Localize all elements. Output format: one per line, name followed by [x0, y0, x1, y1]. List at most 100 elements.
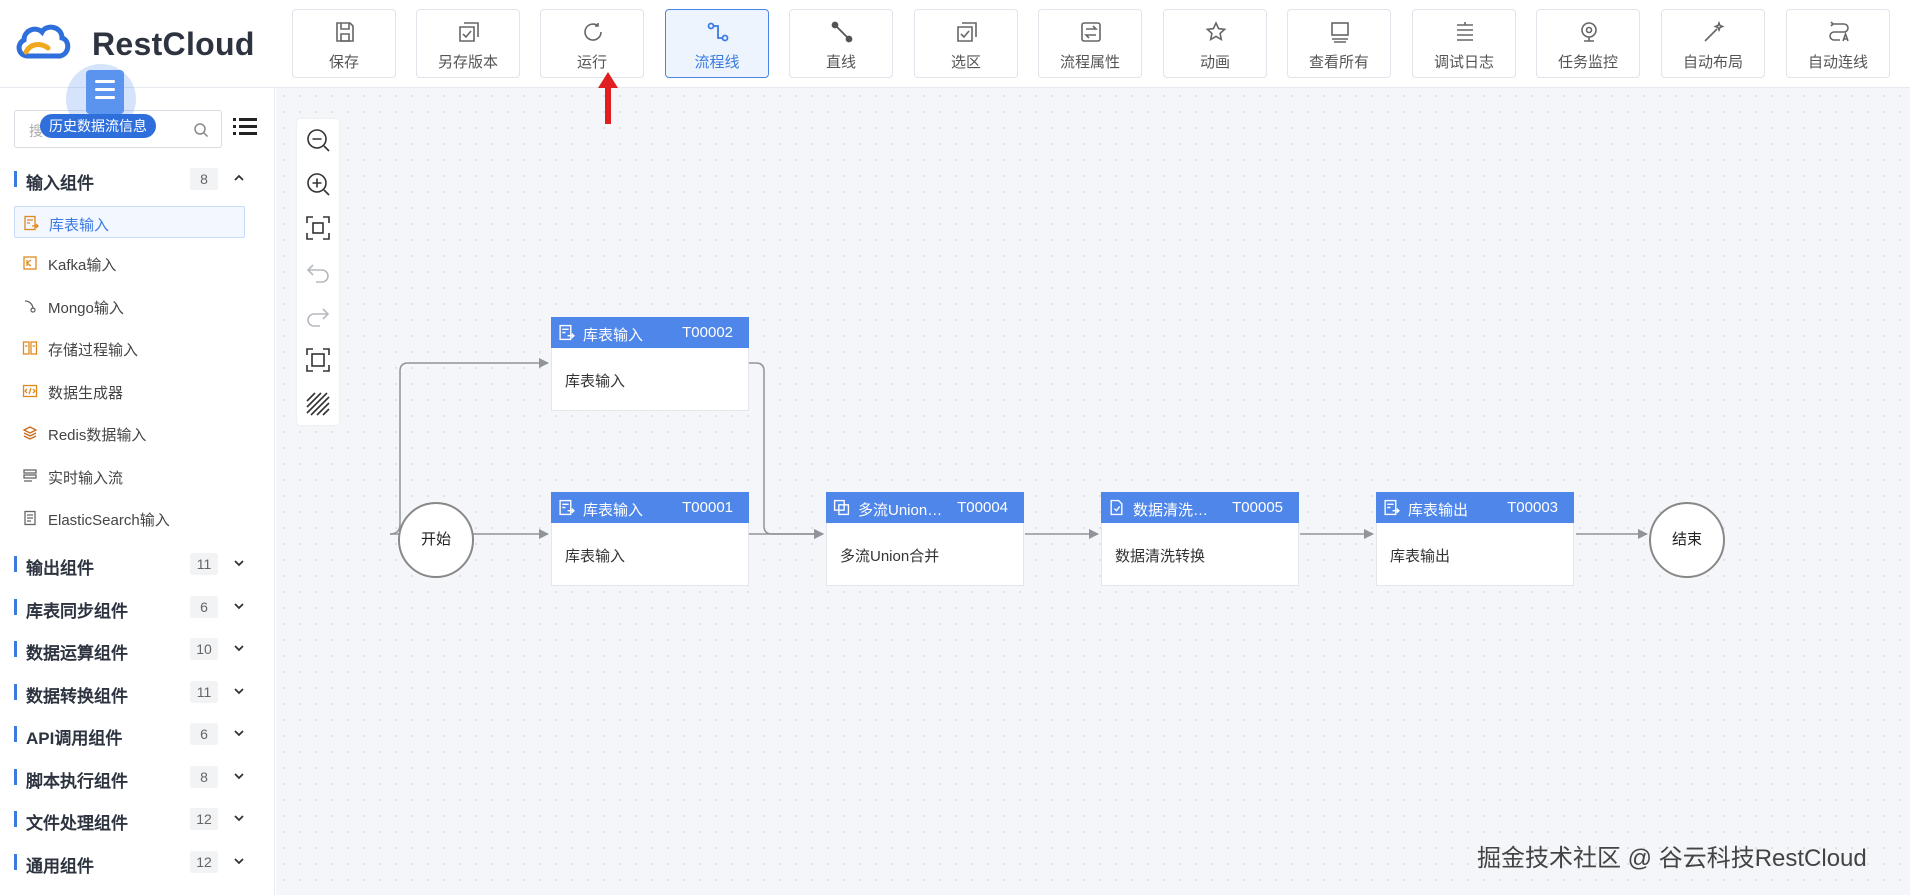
group-table-sync-components[interactable]: 库表同步组件 6	[0, 589, 275, 625]
flow-props-button[interactable]: 流程属性	[1038, 9, 1142, 78]
watermark-text: 掘金技术社区 @ 谷云科技RestCloud	[1477, 845, 1867, 872]
debug-log-button[interactable]: 调试日志	[1412, 9, 1516, 78]
select-area-label: 选区	[950, 54, 981, 71]
node-header: 库表输入 T00002	[551, 317, 749, 348]
chevron-down-icon[interactable]	[232, 811, 246, 825]
table-input-icon	[24, 215, 39, 231]
group-accent-bar	[14, 171, 17, 187]
start-node[interactable]: 开始	[398, 502, 474, 578]
chevron-up-icon[interactable]	[232, 171, 246, 185]
save-version-icon	[459, 22, 479, 42]
component-label: 数据生成器	[48, 385, 124, 402]
group-count: 12	[190, 808, 218, 830]
component-item-kafka-input[interactable]: Kafka输入	[14, 247, 245, 279]
group-name: API调用组件	[26, 729, 123, 748]
flow-props-label: 流程属性	[1059, 54, 1120, 71]
flow-node-t00002[interactable]: 库表输入 T00002 库表输入	[551, 317, 749, 411]
group-input-components[interactable]: 输入组件 8	[0, 161, 275, 197]
save-button[interactable]: 保存	[292, 9, 396, 78]
flow-node-t00005[interactable]: 数据清洗… T00005 数据清洗转换	[1101, 492, 1299, 586]
realtime-stream-icon	[23, 469, 37, 482]
component-label: 存储过程输入	[48, 342, 139, 359]
flow-canvas[interactable]: 开始 库表输入 T00002 库表输入 库表输入 T00001 库表输入 多流U…	[276, 88, 1910, 895]
view-all-icon	[1331, 22, 1349, 43]
group-count: 11	[190, 553, 218, 575]
animation-label: 动画	[1199, 54, 1230, 71]
auto-connect-button[interactable]: 自动连线	[1786, 9, 1890, 78]
component-item-realtime-input[interactable]: 实时输入流	[14, 460, 245, 492]
group-script-components[interactable]: 脚本执行组件 8	[0, 759, 275, 795]
chevron-down-icon[interactable]	[232, 599, 246, 613]
group-name: 文件处理组件	[26, 814, 128, 833]
auto-connect-label: 自动连线	[1807, 54, 1868, 71]
group-output-components[interactable]: 输出组件 11	[0, 546, 275, 582]
group-name: 数据运算组件	[26, 644, 128, 663]
debug-log-icon	[1457, 22, 1473, 41]
component-item-table-input[interactable]: 库表输入	[14, 206, 245, 238]
save-icon	[336, 22, 354, 42]
debug-log-label: 调试日志	[1433, 54, 1494, 71]
group-general-components[interactable]: 通用组件 12	[0, 844, 275, 880]
component-item-redis-input[interactable]: Redis数据输入	[14, 417, 245, 449]
run-icon	[584, 23, 602, 41]
component-item-mongo-input[interactable]: Mongo输入	[14, 290, 245, 322]
kafka-input-icon	[23, 256, 37, 270]
flow-node-t00004[interactable]: 多流Union… T00004 多流Union合并	[826, 492, 1024, 586]
group-name: 输入组件	[26, 174, 94, 193]
chevron-down-icon[interactable]	[232, 769, 246, 783]
save-label: 保存	[328, 54, 359, 71]
annotation-arrow-icon	[598, 72, 618, 124]
history-doc-icon[interactable]	[86, 70, 124, 114]
run-button[interactable]: 运行	[540, 9, 644, 78]
table-input-icon	[559, 499, 575, 516]
chevron-down-icon[interactable]	[232, 684, 246, 698]
data-clean-icon	[1110, 499, 1123, 516]
group-accent-bar	[14, 811, 17, 827]
straight-line-icon	[831, 21, 853, 43]
list-view-icon[interactable]	[232, 114, 258, 140]
node-title: 多流Union…	[858, 502, 943, 519]
end-node-label: 结束	[1671, 531, 1702, 548]
history-dataflow-badge[interactable]: 历史数据流信息	[40, 114, 156, 138]
chevron-down-icon[interactable]	[232, 641, 246, 655]
group-accent-bar	[14, 556, 17, 572]
task-monitor-icon	[1581, 22, 1597, 42]
chevron-down-icon[interactable]	[232, 556, 246, 570]
group-accent-bar	[14, 599, 17, 615]
auto-layout-button[interactable]: 自动布局	[1661, 9, 1765, 78]
group-api-call-components[interactable]: API调用组件 6	[0, 716, 275, 752]
search-icon[interactable]	[193, 122, 209, 138]
group-name: 输出组件	[26, 559, 94, 578]
chevron-down-icon[interactable]	[232, 726, 246, 740]
select-area-button[interactable]: 选区	[914, 9, 1018, 78]
chevron-down-icon[interactable]	[232, 854, 246, 868]
elasticsearch-input-icon	[24, 510, 36, 526]
task-monitor-label: 任务监控	[1557, 54, 1618, 71]
animation-button[interactable]: 动画	[1163, 9, 1267, 78]
node-header: 库表输出 T00003	[1376, 492, 1574, 523]
node-header: 多流Union… T00004	[826, 492, 1024, 523]
task-monitor-button[interactable]: 任务监控	[1536, 9, 1640, 78]
group-file-components[interactable]: 文件处理组件 12	[0, 801, 275, 837]
group-accent-bar	[14, 641, 17, 657]
auto-layout-icon	[1704, 20, 1725, 42]
mongo-input-icon	[24, 300, 36, 313]
group-data-transform-components[interactable]: 数据转换组件 11	[0, 674, 275, 710]
animation-icon	[1205, 21, 1227, 41]
flow-props-icon	[1081, 22, 1101, 42]
view-all-button[interactable]: 查看所有	[1287, 9, 1391, 78]
straight-line-label: 直线	[825, 54, 856, 71]
end-node[interactable]: 结束	[1649, 502, 1725, 578]
straight-line-button[interactable]: 直线	[789, 9, 893, 78]
component-item-elasticsearch-input[interactable]: ElasticSearch输入	[14, 502, 245, 534]
redis-input-icon	[22, 426, 38, 440]
component-item-stored-proc-input[interactable]: 存储过程输入	[14, 332, 245, 364]
flow-node-t00001[interactable]: 库表输入 T00001 库表输入	[551, 492, 749, 586]
flow-line-button[interactable]: 流程线	[665, 9, 769, 78]
save-version-button[interactable]: 另存版本	[416, 9, 520, 78]
flow-connections	[389, 358, 1648, 539]
flow-node-t00003[interactable]: 库表输出 T00003 库表输出	[1376, 492, 1574, 586]
group-data-compute-components[interactable]: 数据运算组件 10	[0, 631, 275, 667]
node-body-label: 库表输出	[1390, 548, 1451, 565]
component-item-data-generator[interactable]: 数据生成器	[14, 375, 245, 407]
